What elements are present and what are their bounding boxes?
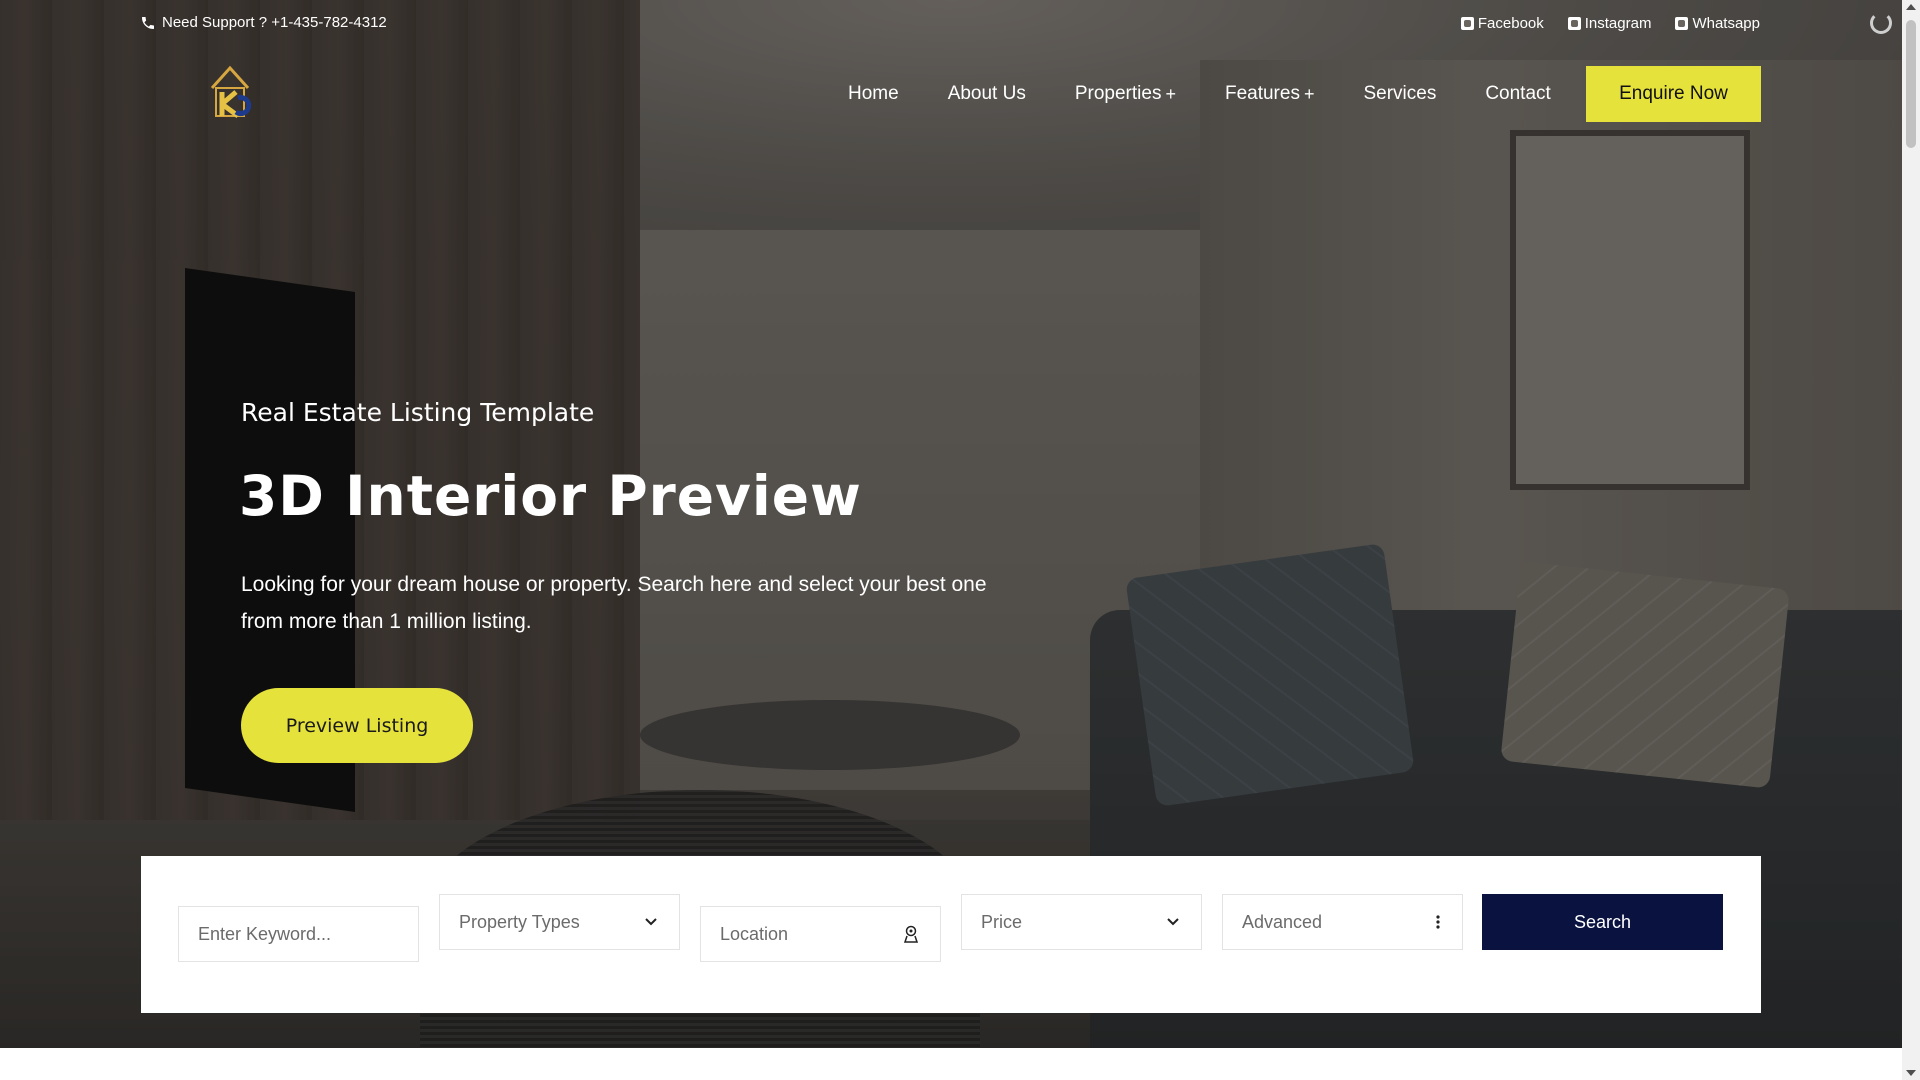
nav-item-home[interactable]: Home — [848, 83, 899, 105]
keyword-field[interactable] — [178, 906, 419, 962]
location-pin-icon — [904, 925, 918, 943]
chevron-down-icon — [1167, 918, 1179, 926]
nav-item-label: About Us — [947, 83, 1026, 104]
support-text: Need Support ? +1-435-782-4312 — [162, 14, 387, 31]
social-links: Facebook Instagram Whatsapp — [1460, 15, 1760, 32]
scroll-up-arrow-icon[interactable] — [1906, 4, 1916, 10]
loading-spinner-icon — [1870, 12, 1892, 34]
nav-item-contact[interactable]: Contact — [1485, 83, 1550, 105]
social-link-facebook[interactable]: Facebook — [1460, 15, 1544, 32]
nav-item-features[interactable]: Features + — [1225, 83, 1315, 105]
location-field[interactable] — [700, 906, 941, 962]
social-link-label: Instagram — [1584, 15, 1652, 32]
nav-item-label: Features — [1224, 83, 1300, 104]
nav-item-properties[interactable]: Properties + — [1075, 83, 1176, 105]
main-nav: Home About Us Properties + Features + Se… — [848, 66, 1600, 122]
search-button[interactable]: Search — [1482, 894, 1723, 950]
preview-listing-button[interactable]: Preview Listing — [241, 688, 473, 763]
nav-item-label: Home — [848, 83, 899, 104]
enquire-now-button[interactable]: Enquire Now — [1586, 66, 1761, 122]
social-link-label: Facebook — [1477, 15, 1544, 32]
plus-icon: + — [1165, 83, 1176, 104]
property-types-select[interactable]: Property Types — [439, 894, 680, 950]
scroll-down-arrow-icon[interactable] — [1906, 1070, 1916, 1076]
whatsapp-icon — [1675, 17, 1689, 30]
instagram-icon — [1567, 17, 1581, 30]
nav-item-label: Contact — [1485, 83, 1551, 104]
phone-icon — [142, 16, 154, 29]
site-logo[interactable] — [208, 62, 264, 120]
support-info[interactable]: Need Support ? +1-435-782-4312 — [140, 14, 387, 31]
nav-item-services[interactable]: Services — [1363, 83, 1436, 105]
search-panel: Property Types Price Advanced Search — [141, 856, 1761, 1013]
social-link-instagram[interactable]: Instagram — [1567, 15, 1652, 32]
social-link-whatsapp[interactable]: Whatsapp — [1675, 15, 1760, 32]
hero-description: Looking for your dream house or property… — [241, 573, 987, 633]
nav-item-about-us[interactable]: About Us — [948, 83, 1026, 105]
top-bar: Need Support ? +1-435-782-4312 Facebook … — [0, 0, 1902, 48]
advanced-options[interactable]: Advanced — [1222, 894, 1463, 950]
scrollbar-thumb[interactable] — [1906, 20, 1916, 148]
plus-icon: + — [1303, 83, 1315, 104]
social-link-label: Whatsapp — [1692, 15, 1760, 32]
property-types-label: Property Types — [459, 911, 580, 932]
more-vertical-icon — [1436, 915, 1440, 929]
price-label: Price — [981, 911, 1023, 932]
page-scrollbar[interactable] — [1902, 0, 1920, 1080]
location-input[interactable] — [720, 923, 921, 945]
advanced-label: Advanced — [1242, 911, 1323, 932]
facebook-icon — [1460, 17, 1474, 30]
nav-item-label: Properties — [1074, 83, 1162, 104]
nav-item-label: Services — [1363, 83, 1437, 104]
price-select[interactable]: Price — [961, 894, 1202, 950]
chevron-down-icon — [645, 918, 657, 926]
hero-subtitle: Real Estate Listing Template — [241, 398, 595, 427]
hero-title: 3D Interior Preview — [239, 464, 862, 528]
keyword-input[interactable] — [198, 923, 399, 945]
